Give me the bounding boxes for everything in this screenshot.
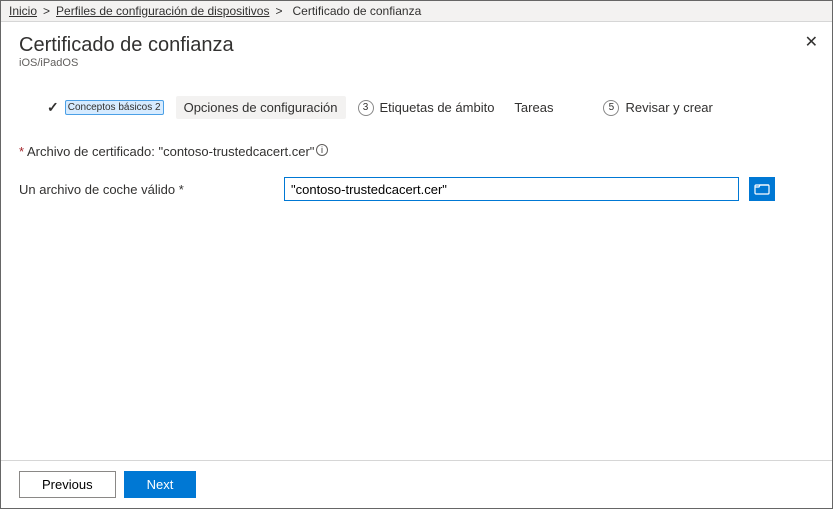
field-label-valid-file: Un archivo de coche válido *: [19, 182, 274, 197]
breadcrumb-item-profiles[interactable]: Perfiles de configuración de dispositivo…: [56, 4, 269, 18]
certificate-file-label: Archivo de certificado:: [27, 144, 159, 159]
certificate-file-field-row: Un archivo de coche válido *: [19, 177, 814, 201]
page-subtitle: iOS/iPadOS: [19, 57, 814, 69]
main-panel: ✕ Certificado de confianza iOS/iPadOS Co…: [1, 22, 832, 209]
breadcrumb: Inicio > Perfiles de configuración de di…: [1, 1, 832, 22]
form-area: * Archivo de certificado: "contoso-trust…: [19, 144, 814, 201]
breadcrumb-separator: >: [275, 4, 282, 18]
wizard-step-config[interactable]: Opciones de configuración: [176, 96, 346, 119]
wizard-step-scope-tags[interactable]: 3 Etiquetas de ámbito: [350, 96, 503, 120]
wizard-step-basics[interactable]: Conceptos básicos 2: [39, 95, 172, 120]
info-icon[interactable]: i: [316, 144, 328, 156]
certificate-file-name: "contoso-trustedcacert.cer": [158, 144, 314, 159]
certificate-file-label-row: * Archivo de certificado: "contoso-trust…: [19, 144, 814, 159]
previous-button[interactable]: Previous: [19, 471, 116, 498]
close-button[interactable]: ✕: [805, 32, 818, 52]
breadcrumb-item-home[interactable]: Inicio: [9, 4, 37, 18]
footer: Previous Next: [1, 460, 832, 508]
wizard-step-number: 3: [358, 100, 374, 116]
breadcrumb-separator: >: [43, 4, 50, 18]
close-icon: ✕: [805, 34, 818, 51]
wizard-step-tasks[interactable]: Tareas: [506, 96, 561, 119]
wizard-steps: Conceptos básicos 2 Opciones de configur…: [39, 95, 814, 120]
page-title: Certificado de confianza: [19, 34, 814, 57]
next-button[interactable]: Next: [124, 471, 197, 498]
wizard-step-review[interactable]: 5 Revisar y crear: [595, 96, 720, 120]
required-asterisk: *: [19, 144, 27, 159]
wizard-step-label: Tareas: [514, 100, 553, 115]
browse-file-button[interactable]: [749, 177, 775, 201]
breadcrumb-current: Certificado de confianza: [289, 4, 422, 18]
checkmark-icon: [47, 99, 59, 116]
wizard-step-label: Opciones de configuración: [184, 100, 338, 115]
folder-icon: [754, 183, 770, 195]
wizard-step-label: Etiquetas de ámbito: [380, 100, 495, 115]
wizard-step-label: Revisar y crear: [625, 100, 712, 115]
wizard-step-label: Conceptos básicos 2: [65, 100, 164, 115]
wizard-step-number: 5: [603, 100, 619, 116]
certificate-file-input[interactable]: [284, 177, 739, 201]
